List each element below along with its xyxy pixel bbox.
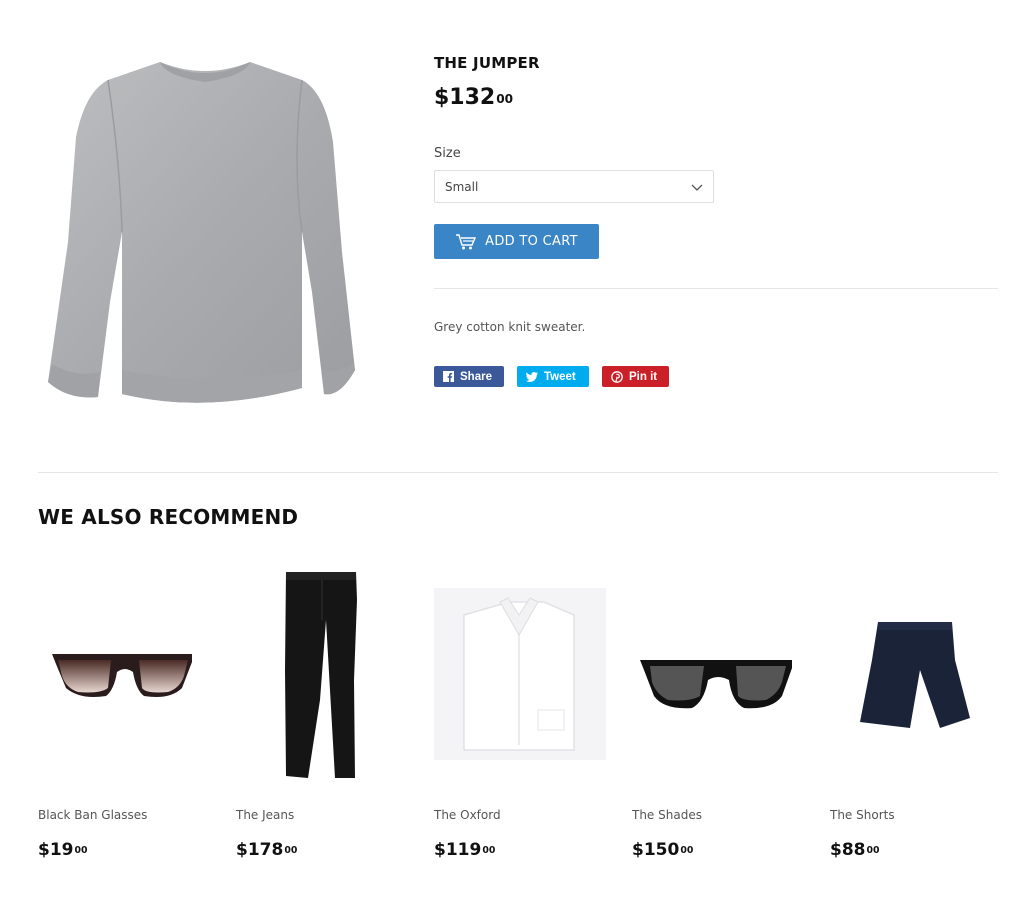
recommend-heading: WE ALSO RECOMMEND <box>38 505 299 529</box>
product-card-name: The Oxford <box>434 808 501 822</box>
twitter-tweet-label: Tweet <box>544 370 576 383</box>
pinterest-pin-label: Pin it <box>629 370 658 383</box>
product-price: $13200 <box>434 85 514 110</box>
product-card-name: The Jeans <box>236 808 295 822</box>
navy-shorts-image <box>860 622 970 728</box>
product-card-price: $1900 <box>38 840 88 860</box>
size-label: Size <box>434 146 461 161</box>
size-select-value: Small <box>445 180 479 194</box>
product-card-price: $8800 <box>830 840 880 860</box>
add-to-cart-label: ADD TO CART <box>485 234 578 249</box>
chevron-down-icon <box>691 184 703 191</box>
product-card-price: $17800 <box>236 840 298 860</box>
product-card-name: The Shorts <box>830 808 895 822</box>
size-select[interactable]: Small <box>434 170 714 203</box>
product-title: THE JUMPER <box>434 54 540 72</box>
product-description: Grey cotton knit sweater. <box>434 320 586 334</box>
product-card-name: Black Ban Glasses <box>38 808 148 822</box>
facebook-share-label: Share <box>460 370 492 383</box>
black-jeans-image <box>285 572 357 778</box>
twitter-tweet-button[interactable]: Tweet <box>517 366 589 387</box>
white-shirt-image <box>434 588 606 760</box>
brown-sunglasses-image <box>52 654 192 697</box>
pinterest-icon <box>611 370 623 383</box>
divider <box>434 288 998 289</box>
twitter-icon <box>526 371 538 382</box>
facebook-icon <box>443 371 454 382</box>
section-divider <box>38 472 998 473</box>
product-card-price: $11900 <box>434 840 496 860</box>
black-sunglasses-image <box>640 660 792 709</box>
cart-icon <box>456 233 477 249</box>
pinterest-pin-button[interactable]: Pin it <box>602 366 669 387</box>
product-card-price: $15000 <box>632 840 694 860</box>
facebook-share-button[interactable]: Share <box>434 366 504 387</box>
add-to-cart-button[interactable]: ADD TO CART <box>434 224 599 259</box>
product-card-name: The Shades <box>632 808 702 822</box>
sweater-image[interactable] <box>40 52 370 414</box>
